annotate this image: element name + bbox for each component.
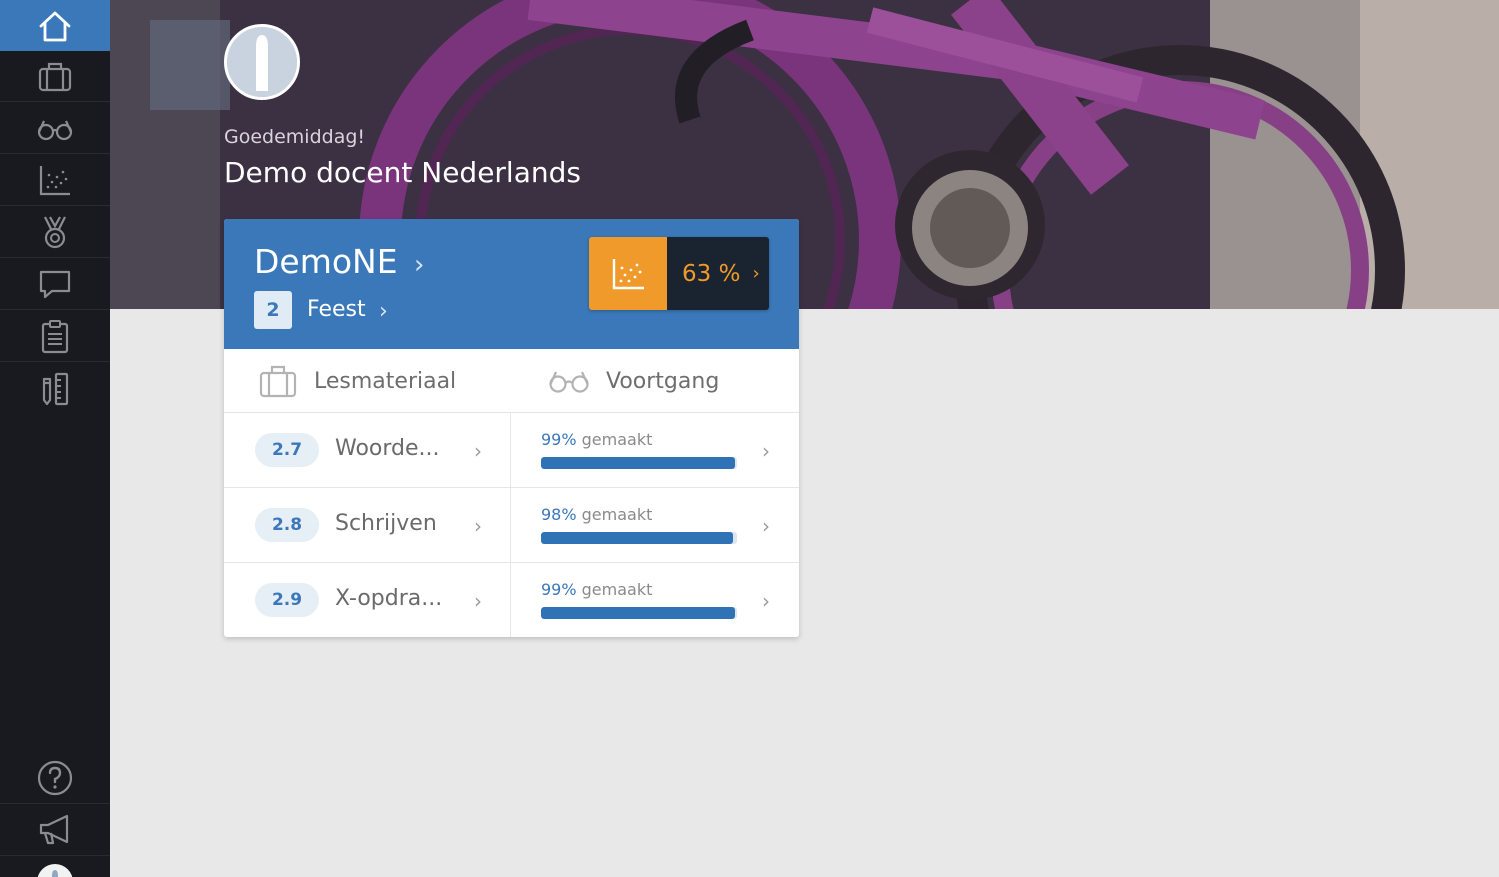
lesson-link[interactable]: 2.9 X-opdra... › (224, 563, 511, 637)
clipboard-icon (41, 320, 69, 354)
stat-value: 63 % › (667, 237, 769, 310)
lesson-title: Woorde... (335, 436, 440, 461)
chevron-right-icon: › (762, 514, 770, 538)
nav-home[interactable] (0, 0, 110, 51)
chapter-number-badge: 2 (254, 291, 292, 329)
progress-text: gemaakt (576, 430, 653, 449)
chapter-title[interactable]: Feest (307, 297, 366, 322)
chevron-right-icon: › (762, 589, 770, 613)
chevron-right-icon: › (474, 514, 482, 538)
progress-percent: 98% (541, 505, 577, 524)
lesson-title: X-opdra... (335, 586, 443, 611)
chat-icon (39, 270, 71, 299)
chevron-right-icon: › (762, 439, 770, 463)
scatter-chart-icon (589, 237, 667, 310)
progress-fill (541, 607, 736, 619)
briefcase-icon (259, 365, 297, 398)
teacher-name: Demo docent Nederlands (224, 156, 581, 189)
chevron-right-icon: › (474, 439, 482, 463)
nav-tools[interactable] (0, 363, 110, 414)
tab-label: Lesmateriaal (314, 368, 457, 394)
nav-badges[interactable] (0, 207, 110, 258)
lesson-number: 2.8 (255, 508, 319, 542)
lesson-row: 2.9 X-opdra... › 99% gemaakt › (224, 563, 799, 637)
question-icon (37, 760, 73, 796)
profile-avatar[interactable] (224, 24, 300, 100)
lesson-number: 2.9 (255, 583, 319, 617)
nav-voortgang[interactable] (0, 103, 110, 154)
nav-announcements[interactable] (0, 805, 110, 856)
progress-percent: 99% (541, 430, 577, 449)
nav-messages[interactable] (0, 259, 110, 310)
progress-percent: 99% (541, 580, 577, 599)
glasses-icon (549, 371, 589, 393)
lesson-progress-link[interactable]: 99% gemaakt › (511, 563, 799, 637)
course-card-header: DemoNE › 2 Feest › 63 % › (224, 219, 799, 349)
lesson-progress-link[interactable]: 99% gemaakt › (511, 413, 799, 488)
chevron-right-icon: › (379, 299, 388, 324)
progress-text: gemaakt (576, 505, 653, 524)
card-tabs: Lesmateriaal Voortgang (224, 349, 799, 413)
nav-statistics[interactable] (0, 155, 110, 206)
tab-label: Voortgang (606, 368, 720, 394)
progress-fill (541, 532, 734, 544)
progress-text: gemaakt (576, 580, 653, 599)
progress-bar (541, 457, 737, 469)
user-avatar[interactable] (37, 864, 73, 877)
lesson-row: 2.8 Schrijven › 98% gemaakt › (224, 488, 799, 563)
lesson-row: 2.7 Woorde... › 99% gemaakt › (224, 413, 799, 488)
progress-bar (541, 607, 737, 619)
lesson-title: Schrijven (335, 511, 437, 536)
tab-lesmateriaal[interactable]: Lesmateriaal (256, 349, 456, 413)
tab-voortgang[interactable]: Voortgang (546, 349, 719, 413)
chevron-right-icon: › (752, 263, 760, 284)
lesson-link[interactable]: 2.7 Woorde... › (224, 413, 511, 488)
progress-label: 99% gemaakt (541, 430, 652, 449)
nav-lesmateriaal[interactable] (0, 51, 110, 102)
home-icon (39, 11, 71, 41)
lesson-link[interactable]: 2.8 Schrijven › (224, 488, 511, 563)
glasses-icon (37, 120, 73, 141)
chevron-right-icon: › (414, 250, 425, 280)
course-title[interactable]: DemoNE (254, 242, 398, 281)
progress-label: 99% gemaakt (541, 580, 652, 599)
progress-label: 98% gemaakt (541, 505, 652, 524)
lesson-number: 2.7 (255, 433, 319, 467)
statistics-button[interactable]: 63 % › (589, 237, 769, 310)
medal-icon (44, 216, 66, 249)
stat-percentage: 63 % (682, 260, 741, 287)
chevron-right-icon: › (474, 589, 482, 613)
progress-fill (541, 457, 736, 469)
scatter-chart-icon (39, 166, 70, 196)
course-card: DemoNE › 2 Feest › 63 % › Lesmateriaal V… (224, 219, 799, 637)
briefcase-icon (38, 62, 72, 92)
progress-bar (541, 532, 737, 544)
pencil-ruler-icon (42, 372, 69, 405)
nav-help[interactable] (0, 753, 110, 804)
sidebar (0, 0, 110, 877)
nav-tasks[interactable] (0, 311, 110, 362)
lesson-progress-link[interactable]: 98% gemaakt › (511, 488, 799, 563)
greeting-text: Goedemiddag! (224, 126, 366, 148)
megaphone-icon (39, 814, 69, 845)
